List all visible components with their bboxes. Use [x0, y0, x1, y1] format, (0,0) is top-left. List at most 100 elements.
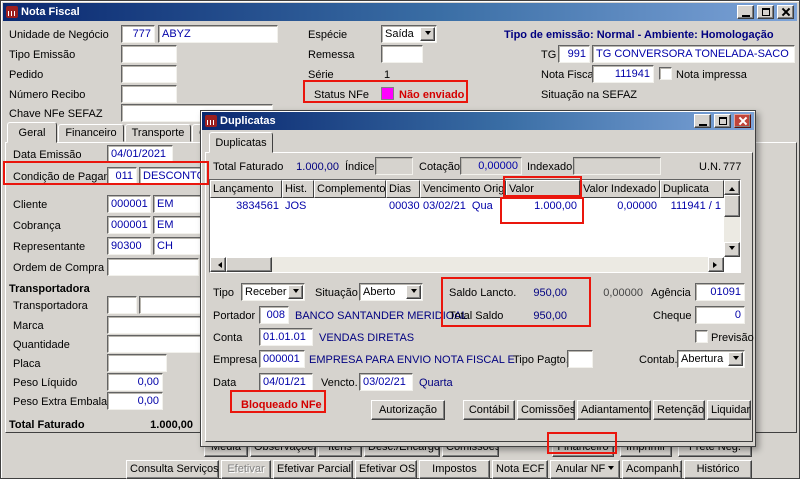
cobranca-code-field[interactable]: 000001	[107, 216, 151, 234]
historico-button[interactable]: Histórico	[684, 460, 752, 479]
scroll-up-button[interactable]	[724, 180, 740, 195]
scroll-right-button[interactable]	[708, 257, 724, 272]
cotacao-field[interactable]: 0,00000	[460, 157, 522, 175]
col-dias[interactable]: Dias	[386, 180, 420, 198]
col-hist[interactable]: Hist.	[282, 180, 314, 198]
chevron-down-icon[interactable]	[288, 285, 303, 299]
triangle-glyph	[733, 356, 739, 363]
ordem-compra-field[interactable]	[107, 258, 199, 276]
chevron-down-icon[interactable]	[728, 352, 743, 366]
tab-duplicatas[interactable]: Duplicatas	[209, 132, 273, 153]
consulta-servicos-button[interactable]: Consulta Serviços	[126, 460, 219, 479]
cobranca-label: Cobrança	[13, 219, 61, 233]
tg-name-field[interactable]: TG CONVERSORA TONELADA-SACO	[592, 45, 795, 63]
remessa-field[interactable]	[381, 45, 423, 63]
tipo-select[interactable]: Receber	[241, 283, 305, 301]
unidade-negocio-code-field[interactable]: 777	[121, 25, 155, 43]
chevron-down-icon[interactable]	[420, 27, 435, 41]
close-button[interactable]	[734, 114, 751, 128]
vencto-field[interactable]: 03/02/21	[359, 373, 413, 391]
especie-select[interactable]: Saída	[381, 25, 437, 43]
tipo-emissao-field[interactable]	[121, 45, 177, 63]
nota-fiscal-number-field[interactable]: 111941	[592, 65, 654, 83]
contabil-button[interactable]: Contábil	[463, 400, 515, 420]
col-complemento[interactable]: Complemento	[314, 180, 386, 198]
data-emissao-field[interactable]: 04/01/2021	[107, 145, 173, 163]
liquidar-button[interactable]: Liquidar	[707, 400, 751, 420]
retencao-button[interactable]: Retenção	[653, 400, 705, 420]
data-field[interactable]: 04/01/21	[259, 373, 313, 391]
nota-ecf-button[interactable]: Nota ECF	[492, 460, 548, 479]
quantidade-field[interactable]	[107, 335, 201, 353]
comissoes-button[interactable]: Comissões	[517, 400, 575, 420]
efetivar-parcial-button[interactable]: Efetivar Parcial	[273, 460, 353, 479]
indexado-field[interactable]	[573, 157, 661, 175]
screen: { "colors": { "annotation_red": "#ea160d…	[0, 0, 800, 479]
tab-financeiro[interactable]: Financeiro	[58, 124, 124, 142]
adiantamentos-button[interactable]: Adiantamentos	[577, 400, 651, 420]
efetivar-os-button[interactable]: Efetivar OS	[355, 460, 417, 479]
peso-liquido-field[interactable]: 0,00	[107, 373, 163, 391]
acompanh-button[interactable]: Acompanh.	[622, 460, 682, 479]
tab-geral[interactable]: Geral	[7, 122, 57, 143]
col-lancamento[interactable]: Lançamento	[210, 180, 282, 198]
portador-code-field[interactable]: 008	[259, 306, 289, 324]
tg-code-field[interactable]: 991	[558, 45, 590, 63]
cheque-field[interactable]: 0	[695, 306, 745, 324]
cliente-code-field[interactable]: 000001	[107, 195, 151, 213]
efetivar-button[interactable]: Efetivar	[221, 460, 271, 479]
scroll-down-icon	[729, 246, 735, 253]
numero-recibo-field[interactable]	[121, 85, 177, 103]
col-valor-indexado[interactable]: Valor Indexado	[580, 180, 660, 198]
minimize-button[interactable]	[694, 114, 711, 128]
window-title: Nota Fiscal	[21, 6, 80, 18]
tipo-pagto-label: Tipo Pagto.	[513, 353, 569, 367]
unidade-negocio-name-field[interactable]: ABYZ	[158, 25, 278, 43]
duplicata-row[interactable]: 3834561 JOS 00030 03/02/21 Qua 1.000,00 …	[210, 198, 724, 215]
grid-horizontal-scrollbar[interactable]	[210, 257, 724, 272]
impostos-button[interactable]: Impostos	[419, 460, 490, 479]
indice-field[interactable]	[375, 157, 413, 175]
minimize-button[interactable]	[737, 5, 754, 19]
col-vencimento-orig[interactable]: Vencimento Orig	[420, 180, 506, 198]
representante-code-field[interactable]: 90300	[107, 237, 151, 255]
anular-nf-button[interactable]: Anular NF	[550, 460, 620, 479]
col-valor[interactable]: Valor	[506, 180, 580, 198]
situacao-select[interactable]: Aberto	[359, 283, 423, 301]
grid-vertical-scrollbar[interactable]	[724, 180, 740, 257]
placa-field[interactable]	[107, 354, 167, 372]
close-button[interactable]	[777, 5, 794, 19]
conta-code-field[interactable]: 01.01.01	[259, 328, 313, 346]
situacao-label: Situação	[315, 286, 358, 300]
nota-fiscal-titlebar[interactable]: Nota Fiscal	[3, 3, 797, 21]
peso-extra-field[interactable]: 0,00	[107, 392, 163, 410]
minimize-icon	[699, 124, 707, 126]
cell-duplicata: 111941 / 1	[660, 198, 724, 215]
condicao-pagamento-code-field[interactable]: 011	[107, 167, 137, 185]
autorizacao-button[interactable]: Autorização	[371, 400, 445, 420]
nota-impressa-checkbox[interactable]	[659, 67, 672, 80]
scroll-left-button[interactable]	[210, 257, 226, 272]
marca-field[interactable]	[107, 316, 201, 334]
transportadora-label: Transportadora	[13, 299, 88, 313]
agencia-field[interactable]: 01091	[695, 283, 745, 301]
horizontal-scroll-thumb[interactable]	[226, 257, 272, 272]
maximize-button[interactable]	[757, 5, 774, 19]
tab-transporte[interactable]: Transporte	[125, 124, 191, 142]
col-duplicata[interactable]: Duplicata	[660, 180, 724, 198]
maximize-icon	[719, 117, 727, 125]
contab-select[interactable]: Abertura	[677, 350, 745, 368]
status-nfe-value: Não enviado	[399, 88, 464, 102]
maximize-button[interactable]	[714, 114, 731, 128]
vertical-scroll-thumb[interactable]	[724, 195, 740, 217]
previsao-checkbox[interactable]	[695, 330, 708, 343]
chevron-down-icon[interactable]	[406, 285, 421, 299]
tipo-pagto-field[interactable]	[567, 350, 593, 368]
transportadora-code-field[interactable]	[107, 296, 137, 314]
tipo-label: Tipo	[213, 286, 234, 300]
app-icon	[6, 6, 18, 18]
empresa-code-field[interactable]: 000001	[259, 350, 305, 368]
duplicatas-titlebar[interactable]: Duplicatas	[202, 112, 754, 130]
pedido-field[interactable]	[121, 65, 177, 83]
scroll-down-button[interactable]	[724, 242, 740, 257]
